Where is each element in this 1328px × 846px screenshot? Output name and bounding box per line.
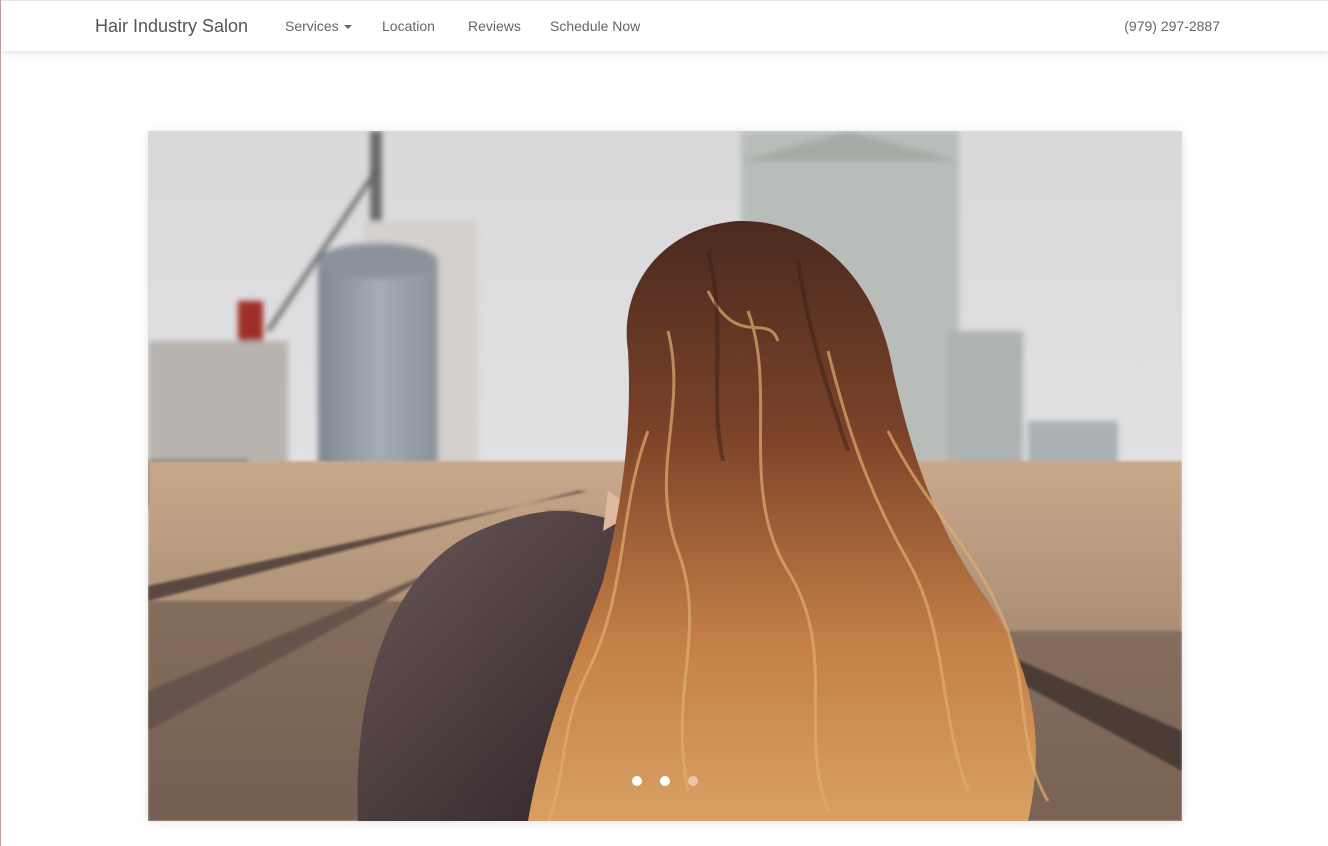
caret-down-icon [343,25,352,29]
carousel-indicator-3[interactable] [688,776,698,786]
nav-services-dropdown[interactable]: Services [285,18,352,34]
carousel-slide-image [148,131,1182,821]
hero-carousel[interactable] [148,131,1182,821]
carousel-indicators [148,776,1182,786]
nav-reviews[interactable]: Reviews [468,18,521,34]
nav-services-label: Services [285,18,339,34]
phone-number[interactable]: (979) 297-2887 [1124,18,1220,34]
carousel-indicator-1[interactable] [632,776,642,786]
nav-schedule-now[interactable]: Schedule Now [550,18,640,34]
top-navbar: Hair Industry Salon Services Location Re… [1,0,1328,51]
brand-link[interactable]: Hair Industry Salon [95,16,248,37]
nav-location[interactable]: Location [382,18,435,34]
carousel-indicator-2[interactable] [660,776,670,786]
